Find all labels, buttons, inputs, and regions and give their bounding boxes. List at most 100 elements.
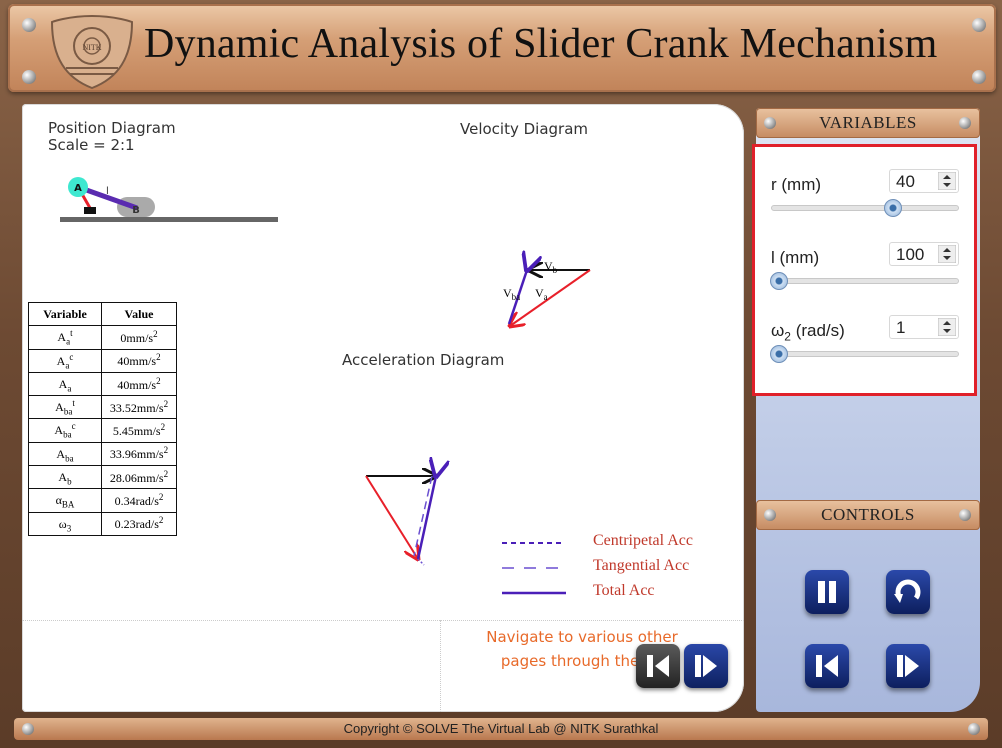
ground-line	[60, 217, 278, 222]
r-slider-knob[interactable]	[883, 199, 902, 217]
legend-item-total: Total Acc	[500, 582, 740, 602]
value-cell: 33.52mm/s2	[101, 395, 177, 420]
value-cell: 0mm/s2	[101, 325, 177, 350]
table-row: Abac 5.45mm/s2	[28, 418, 177, 443]
pause-icon	[818, 581, 836, 603]
legend-item-centripetal: Centripetal Acc	[500, 532, 740, 552]
r-slider[interactable]	[771, 199, 959, 217]
table-header-variable: Variable	[28, 301, 102, 327]
step-back-icon	[816, 655, 838, 677]
omega2-label: ω2 (rad/s)	[771, 321, 845, 344]
logo-text: NITK	[82, 43, 101, 52]
r-value: 40	[896, 172, 915, 191]
point-b-label: B	[132, 205, 140, 216]
table-row: Aat 0mm/s2	[28, 325, 177, 350]
l-input[interactable]: 100	[889, 242, 959, 266]
va-vector	[510, 269, 591, 326]
variable-cell: Abat	[28, 395, 102, 420]
aa-vector	[365, 475, 418, 559]
step-back-button[interactable]	[805, 644, 849, 688]
omega2-variable: ω2 (rad/s) 1	[755, 311, 974, 371]
footer: Copyright © SOLVE The Virtual Lab @ NITK…	[14, 718, 988, 740]
l-value: 100	[896, 245, 925, 264]
va-label: Va	[535, 286, 548, 302]
table-row: Abat 33.52mm/s2	[28, 395, 177, 420]
spinner-arrows-icon[interactable]	[938, 172, 956, 190]
l-slider[interactable]	[770, 272, 959, 290]
table-header-value: Value	[101, 301, 177, 327]
vba-label: Vba	[503, 286, 520, 302]
vb-label: Vb	[544, 259, 558, 275]
rivet-icon	[959, 117, 971, 129]
value-cell: 33.96mm/s2	[101, 441, 177, 467]
next-icon	[695, 655, 717, 677]
variable-cell: ω3	[28, 511, 102, 536]
value-cell: 5.45mm/s2	[101, 418, 177, 443]
value-cell: 40mm/s2	[101, 348, 177, 373]
variable-cell: Ab	[28, 465, 102, 490]
rivet-icon	[972, 70, 986, 84]
legend-item-tangential: Tangential Acc	[500, 557, 740, 577]
table-row: αBA 0.34rad/s2	[28, 488, 177, 513]
rivet-icon	[22, 70, 36, 84]
divider	[22, 620, 440, 621]
variables-header: VARIABLES	[756, 108, 980, 138]
aba-tangential-vector	[413, 475, 433, 557]
rivet-icon	[764, 117, 776, 129]
rivet-icon	[972, 18, 986, 32]
header-banner: NITK Dynamic Analysis of Slider Crank Me…	[8, 4, 996, 92]
variable-cell: Abac	[28, 418, 102, 443]
variable-cell: Aat	[28, 325, 102, 350]
legend-label-total: Total Acc	[593, 582, 655, 599]
l-slider-knob[interactable]	[770, 272, 788, 290]
pause-button[interactable]	[805, 570, 849, 614]
l-label: l (mm)	[771, 248, 820, 267]
table-row: Aa 40mm/s2	[28, 371, 177, 397]
variable-cell: αBA	[28, 488, 102, 513]
variables-heading: VARIABLES	[819, 113, 917, 132]
step-forward-icon	[897, 655, 919, 677]
controls-heading: CONTROLS	[821, 505, 915, 524]
r-label: r (mm)	[771, 175, 822, 194]
aba-centripetal-vector	[417, 558, 425, 566]
variables-box: r (mm) 40 l (mm) 100 ω2 (rad/s) 1	[752, 144, 977, 396]
omega2-value: 1	[896, 318, 906, 337]
next-page-button[interactable]	[684, 644, 728, 688]
reset-button[interactable]	[886, 570, 930, 614]
point-a-label: A	[74, 183, 82, 194]
value-cell: 0.23rad/s2	[101, 511, 177, 536]
values-table: Variable Value Aat 0mm/s2 Aac 40mm/s2 Aa 40mm…	[28, 301, 177, 536]
table-row: Aba 33.96mm/s2	[28, 441, 177, 467]
legend-label-centripetal: Centripetal Acc	[593, 532, 693, 549]
aba-total-vector	[416, 476, 436, 560]
legend-label-tangential: Tangential Acc	[593, 557, 690, 574]
step-forward-button[interactable]	[886, 644, 930, 688]
variable-cell: Aa	[28, 371, 102, 397]
omega2-input[interactable]: 1	[889, 315, 959, 339]
l-variable: l (mm) 100	[755, 238, 974, 298]
variable-cell: Aba	[28, 441, 102, 467]
value-cell: 40mm/s2	[101, 371, 177, 397]
page-title: Dynamic Analysis of Slider Crank Mechani…	[144, 21, 938, 67]
r-input[interactable]: 40	[889, 169, 959, 193]
nitk-logo: NITK	[50, 14, 134, 90]
value-cell: 0.34rad/s2	[101, 488, 177, 513]
rivet-icon	[22, 18, 36, 32]
controls-header: CONTROLS	[756, 500, 980, 530]
previous-page-button[interactable]	[636, 644, 680, 688]
r-variable: r (mm) 40	[755, 165, 974, 225]
spinner-arrows-icon[interactable]	[938, 245, 956, 263]
table-row: ω3 0.23rad/s2	[28, 511, 177, 536]
table-row: Ab 28.06mm/s2	[28, 465, 177, 490]
previous-icon	[647, 655, 669, 677]
omega2-slider-knob[interactable]	[770, 345, 788, 363]
table-row: Aac 40mm/s2	[28, 348, 177, 373]
value-cell: 28.06mm/s2	[101, 465, 177, 490]
acceleration-diagram	[365, 475, 436, 566]
reset-icon	[894, 579, 921, 603]
crank-pivot	[84, 207, 96, 214]
spinner-arrows-icon[interactable]	[938, 318, 956, 336]
variable-cell: Aac	[28, 348, 102, 373]
omega2-slider[interactable]	[770, 345, 959, 363]
app-window: NITK Dynamic Analysis of Slider Crank Me…	[0, 0, 1002, 748]
